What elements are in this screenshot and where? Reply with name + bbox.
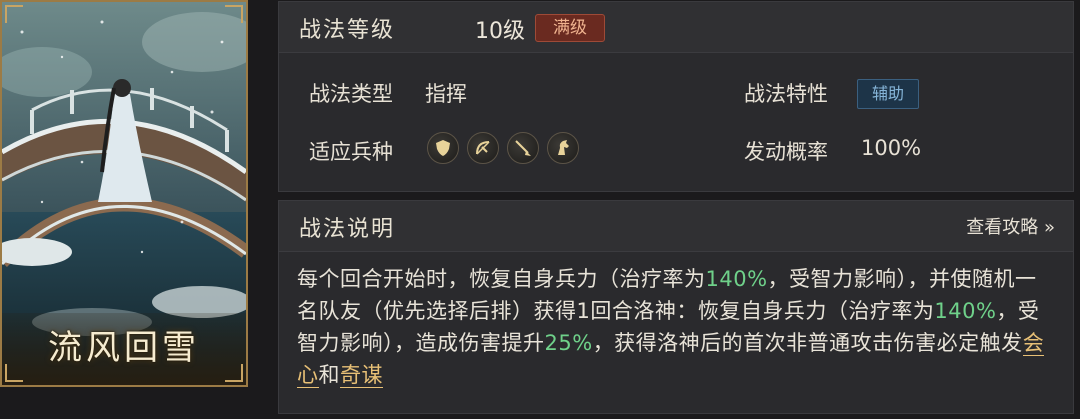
tactic-card: 流风回雪 bbox=[0, 0, 248, 387]
type-label: 战法类型 bbox=[309, 82, 393, 106]
description-title: 战法说明 bbox=[299, 217, 396, 242]
chance-label: 发动概率 bbox=[744, 140, 828, 164]
strategy-keyword-link[interactable]: 奇谋 bbox=[340, 363, 383, 388]
spear-icon bbox=[507, 132, 539, 164]
troops-label: 适应兵种 bbox=[309, 140, 393, 164]
horse-icon bbox=[547, 132, 579, 164]
max-level-badge: 满级 bbox=[535, 14, 605, 42]
heal-rate-value: 140% bbox=[705, 267, 768, 291]
card-corner-bottom-left bbox=[5, 364, 23, 382]
type-value: 指挥 bbox=[425, 82, 467, 106]
shield-icon bbox=[427, 132, 459, 164]
level-value: 10级 bbox=[475, 19, 525, 44]
view-guide-link[interactable]: 查看攻略 » bbox=[966, 213, 1055, 239]
desc-text: ，获得洛神后的首次非普通攻击伤害必定触发 bbox=[592, 331, 1023, 355]
card-corner-top-right bbox=[225, 5, 243, 23]
desc-text: 和 bbox=[318, 363, 340, 387]
description-header: 战法说明 查看攻略 » bbox=[279, 201, 1073, 252]
heal-rate-value: 140% bbox=[934, 299, 997, 323]
desc-text: 每个回合开始时，恢复自身兵力（治疗率为 bbox=[297, 267, 706, 291]
level-header: 战法等级 10级 满级 bbox=[279, 2, 1073, 53]
chance-value: 100% bbox=[861, 136, 922, 160]
bow-icon bbox=[467, 132, 499, 164]
description-text: 每个回合开始时，恢复自身兵力（治疗率为140%，受智力影响），并使随机一名队友（… bbox=[297, 263, 1057, 391]
damage-boost-value: 25% bbox=[544, 331, 593, 355]
card-corner-top-left bbox=[5, 5, 23, 23]
card-name: 流风回雪 bbox=[48, 328, 200, 368]
trait-badge: 辅助 bbox=[857, 79, 919, 109]
tactic-description-panel: 战法说明 查看攻略 » 每个回合开始时，恢复自身兵力（治疗率为140%，受智力影… bbox=[278, 200, 1074, 414]
level-label: 战法等级 bbox=[299, 18, 396, 43]
trait-label: 战法特性 bbox=[744, 82, 828, 106]
tactic-info-panel: 战法等级 10级 满级 战法类型 指挥 战法特性 辅助 适应兵种 发动概率 10… bbox=[278, 1, 1074, 192]
card-corner-bottom-right bbox=[225, 364, 243, 382]
